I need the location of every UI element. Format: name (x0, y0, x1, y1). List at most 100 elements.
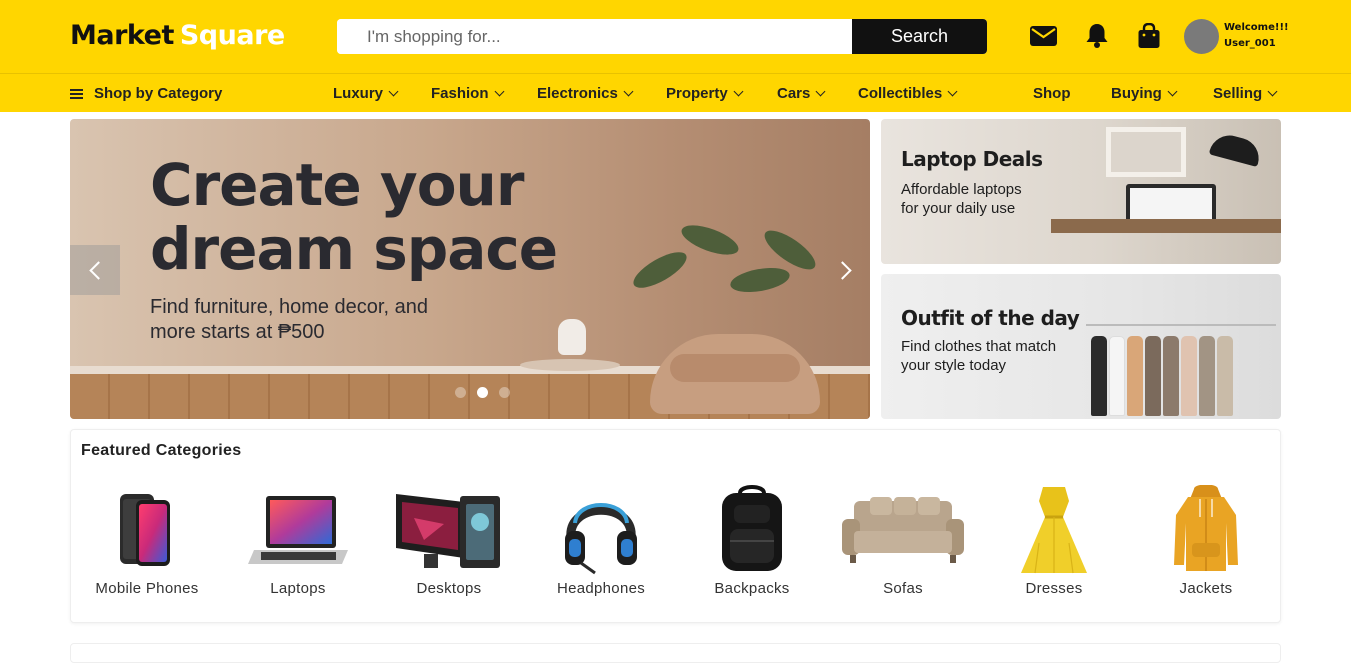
promo-subtitle-line1: Find clothes that match (901, 338, 1057, 355)
nav-item-selling[interactable]: Selling (1213, 85, 1278, 102)
nav-label: Buying (1111, 85, 1162, 102)
promo-subtitle-line2: for your daily use (901, 200, 1016, 217)
nav-item-cars[interactable]: Cars (777, 85, 826, 102)
nav-label: Luxury (333, 85, 384, 102)
carousel-dot-2[interactable] (477, 387, 488, 398)
dress-icon (979, 480, 1129, 580)
promo-subtitle-line1: Affordable laptops (901, 181, 1022, 198)
nav-item-luxury[interactable]: Luxury (333, 85, 399, 102)
nav-item-property[interactable]: Property (666, 85, 744, 102)
chevron-down-icon (1267, 86, 1278, 97)
chevron-down-icon (947, 86, 958, 97)
clothing-item (1181, 336, 1197, 416)
welcome-text[interactable]: Welcome!!! User_001 (1224, 20, 1289, 52)
category-label: Desktops (416, 580, 482, 597)
nav-label: Selling (1213, 85, 1263, 102)
clothing-rack (1086, 324, 1276, 326)
nav-item-buying[interactable]: Buying (1111, 85, 1178, 102)
nav-item-collectibles[interactable]: Collectibles (858, 85, 958, 102)
desk-lamp (1208, 130, 1264, 168)
shop-by-category-menu[interactable]: Shop by Category (70, 85, 222, 102)
category-headphones[interactable]: Headphones (526, 480, 676, 605)
nav-item-electronics[interactable]: Electronics (537, 85, 634, 102)
hero-side-table (520, 359, 620, 371)
sofa-icon (828, 480, 978, 580)
nav-label: Property (666, 85, 728, 102)
clothing-item (1127, 336, 1143, 416)
category-label: Mobile Phones (95, 580, 199, 597)
bell-icon[interactable] (1083, 22, 1111, 50)
nav-label: Cars (777, 85, 811, 102)
category-desktops[interactable]: Desktops (374, 480, 524, 605)
hero-armchair-seat (670, 354, 800, 382)
promo-subtitle-line2: your style today (901, 357, 1007, 374)
nav-item-shop[interactable]: Shop (1033, 85, 1071, 102)
category-dresses[interactable]: Dresses (979, 480, 1129, 605)
category-laptops[interactable]: Laptops (223, 480, 373, 605)
nav-label: Electronics (537, 85, 618, 102)
shop-by-category-label: Shop by Category (94, 85, 223, 102)
hero-subtitle-line1: Find furniture, home decor, and (150, 296, 428, 318)
promo-subtitle: Find clothes that match your style today (901, 337, 1091, 375)
clothing-item (1109, 336, 1125, 416)
promo-title: Outfit of the day (901, 306, 1080, 330)
nav-label: Collectibles (858, 85, 943, 102)
category-label: Headphones (556, 580, 646, 597)
next-section-card (70, 643, 1281, 663)
hero-title: Create your dream space (150, 153, 630, 281)
desk (1051, 219, 1281, 233)
hero-subtitle: Find furniture, home decor, and more sta… (150, 295, 490, 345)
welcome-greeting: Welcome!!! (1224, 22, 1289, 33)
category-nav-bar: Shop by Category Luxury Fashion Electron… (0, 73, 1351, 112)
category-backpacks[interactable]: Backpacks (677, 480, 827, 605)
section-heading: Featured Categories (81, 442, 242, 459)
promo-subtitle: Affordable laptops for your daily use (901, 180, 1081, 218)
category-label: Backpacks (714, 580, 790, 597)
category-label: Jackets (1179, 580, 1233, 597)
logo-text-market: Market (70, 20, 174, 51)
chevron-down-icon (815, 86, 826, 97)
carousel-dot-3[interactable] (499, 387, 510, 398)
hero-carousel[interactable]: Create your dream space Find furniture, … (70, 119, 870, 419)
promo-card-laptop-deals[interactable]: Laptop Deals Affordable laptops for your… (881, 119, 1281, 264)
search-button[interactable]: Search (852, 19, 987, 54)
category-label: Dresses (1025, 580, 1083, 597)
category-label: Laptops (270, 580, 326, 597)
category-jackets[interactable]: Jackets (1131, 480, 1281, 605)
clothing-item (1145, 336, 1161, 416)
chevron-down-icon (623, 86, 634, 97)
logo-text-square: Square (179, 20, 285, 51)
promo-card-outfit-of-the-day[interactable]: Outfit of the day Find clothes that matc… (881, 274, 1281, 419)
hero-title-line2: dream space (150, 215, 558, 283)
mail-icon[interactable] (1029, 22, 1057, 50)
clothing-item (1163, 336, 1179, 416)
site-logo[interactable]: Market Square (70, 20, 285, 51)
chevron-left-icon (88, 260, 108, 280)
carousel-next-button[interactable] (820, 245, 870, 295)
search-input[interactable] (337, 19, 852, 54)
clothing-item (1091, 336, 1107, 416)
clothing-item (1199, 336, 1215, 416)
category-mobile-phones[interactable]: Mobile Phones (72, 480, 222, 605)
carousel-prev-button[interactable] (70, 245, 120, 295)
chevron-right-icon (832, 260, 852, 280)
shopping-bag-icon[interactable] (1135, 22, 1163, 50)
mobile-phone-icon (72, 480, 222, 580)
jacket-icon (1131, 480, 1281, 580)
user-avatar[interactable] (1184, 19, 1219, 54)
hero-vase (558, 319, 586, 355)
promo-title: Laptop Deals (901, 147, 1043, 171)
carousel-dot-1[interactable] (455, 387, 466, 398)
category-sofas[interactable]: Sofas (828, 480, 978, 605)
chevron-down-icon (1167, 86, 1178, 97)
plant-leaf (728, 263, 792, 297)
chevron-down-icon (733, 86, 744, 97)
nav-item-fashion[interactable]: Fashion (431, 85, 504, 102)
clothing-item (1217, 336, 1233, 416)
backpack-icon (677, 480, 827, 580)
category-label: Sofas (883, 580, 923, 597)
plant-leaf (628, 245, 692, 295)
headphones-icon (526, 480, 676, 580)
top-header: MarketSquare Search Welcome!!! User_001 (0, 0, 1351, 73)
wall-frame (1106, 127, 1186, 177)
